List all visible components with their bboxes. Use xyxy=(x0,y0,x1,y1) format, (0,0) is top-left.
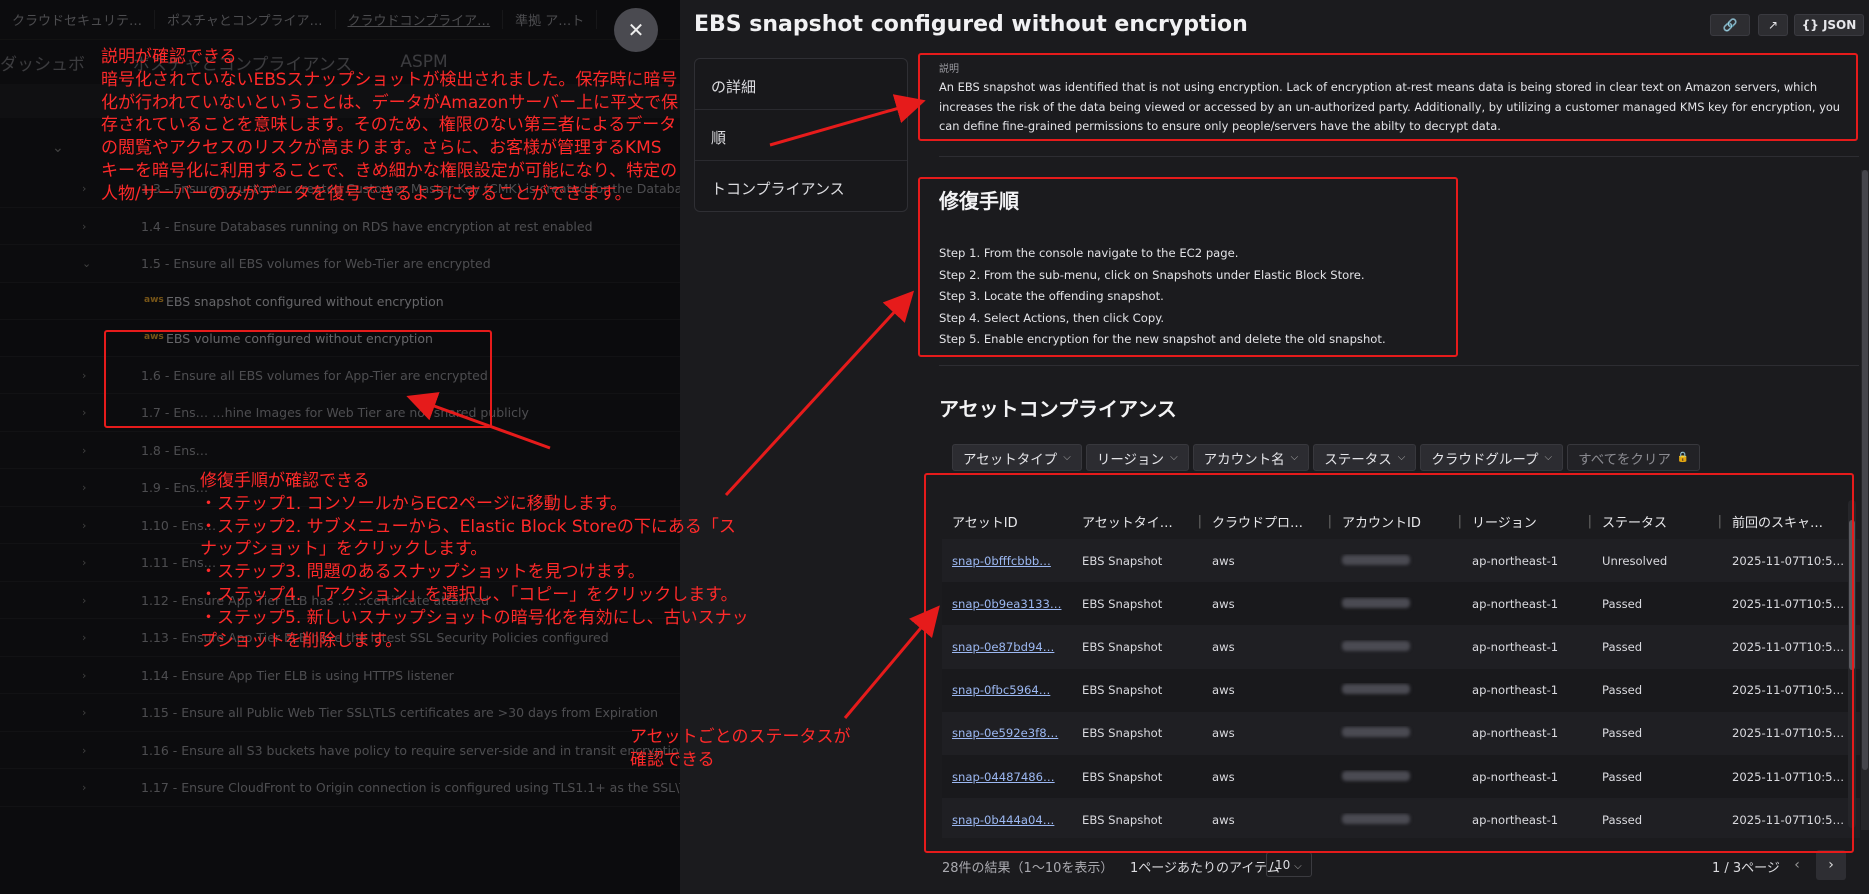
arrow xyxy=(843,605,940,719)
annotation-line: ナップショット」をクリックします。 xyxy=(200,539,488,560)
annotation-line: ・ステップ2. サブメニューから、Elastic Block Storeの下にあ… xyxy=(200,516,736,537)
arrow xyxy=(724,290,915,497)
annotation-line: 確認できる xyxy=(630,749,715,770)
annotation-line: 修復手順が確認できる xyxy=(200,471,370,491)
annotation-status: アセットごとのステータスが 確認できる xyxy=(630,726,851,772)
arrow xyxy=(406,392,551,450)
annotation-line: の閲覧やアクセスのリスクが高まります。さらに、お客様が管理するKMS xyxy=(101,138,662,159)
annotation-line: ・ステップ3. 問題のあるスナップショットを見つけます。 xyxy=(200,562,645,583)
annotation-line: アセットごとのステータスが xyxy=(630,727,851,747)
annotation-line: 存されていることを意味します。そのため、権限のない第三者によるデータ xyxy=(101,115,677,136)
annotation-line: ・ステップ1. コンソールからEC2ページに移動します。 xyxy=(200,493,628,514)
annotation-line: プショットを削除します。 xyxy=(200,630,403,651)
annotation-line: キーを暗号化に利用することで、きめ細かな権限設定が可能になり、特定の xyxy=(101,160,678,181)
annotation-line: 説明が確認できる xyxy=(101,47,237,67)
annotation-remediation: 修復手順が確認できる ・ステップ1. コンソールからEC2ページに移動します。 … xyxy=(200,470,749,652)
annotation-line: 化が行われていないということは、データがAmazonサーバー上に平文で保 xyxy=(101,92,679,113)
annotation-line: 暗号化されていないEBSスナップショットが検出されました。保存時に暗号 xyxy=(101,69,678,90)
annotation-line: 人物/サーバーのみがデータを復号できるようにすることができます。 xyxy=(101,183,632,204)
annotation-description: 説明が確認できる 暗号化されていないEBSスナップショットが検出されました。保存… xyxy=(101,46,678,206)
arrow xyxy=(769,94,926,147)
annotation-line: ・ステップ4. 「アクション」を選択し、「コピー」をクリックします。 xyxy=(200,584,738,605)
annotation-line: ・ステップ5. 新しいスナップショットの暗号化を有効にし、古いスナッ xyxy=(200,607,749,628)
